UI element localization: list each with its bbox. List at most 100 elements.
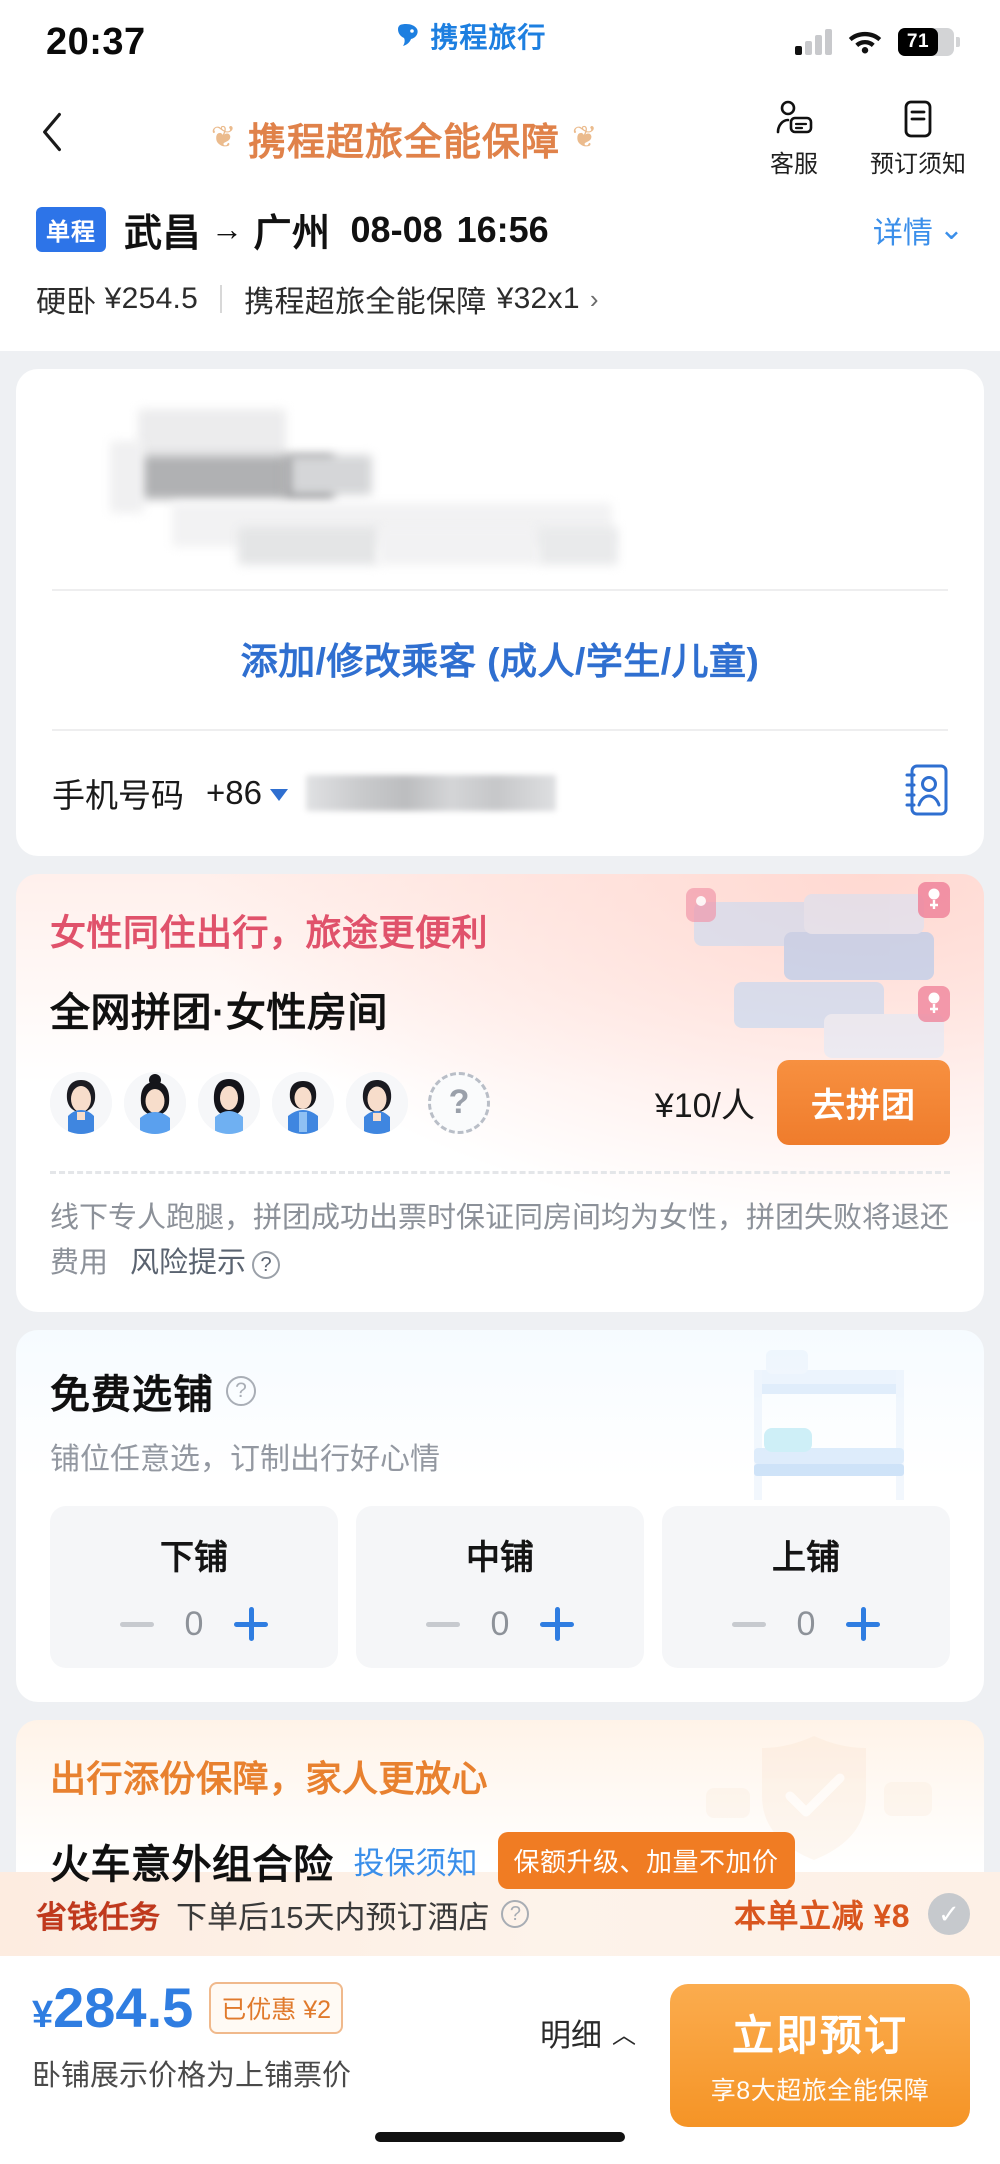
insurance-name: 携程超旅全能保障 — [244, 286, 487, 319]
berth-title: 免费选铺 — [50, 1372, 214, 1417]
contact-book-icon — [905, 764, 948, 816]
status-time: 20:37 — [46, 20, 146, 63]
passenger-name-redacted[interactable] — [52, 399, 948, 579]
question-circle-icon[interactable]: ? — [226, 1375, 256, 1406]
battery-level: 71 — [898, 28, 938, 56]
trip-detail-toggle[interactable]: 详情 ⌄ — [873, 208, 964, 252]
women-room-card: 女性同住出行，旅途更便利 全网拼团·女性房间 ? ¥10/人 去拼团 线下专人跑… — [16, 874, 984, 1312]
trip-route-row: 单程 武昌 → 广州 08-08 16:56 详情 ⌄ — [36, 202, 964, 257]
insurance-card: 出行添份保障，家人更放心 火车意外组合险 投保须知 保额升级、加量不加价 — [16, 1719, 984, 1916]
berth-header: 免费选铺 ? — [50, 1362, 950, 1420]
phone-number-row: 手机号码 +86 — [52, 729, 948, 856]
app-brand-text: 携程旅行 — [430, 22, 547, 53]
decrement-button[interactable] — [426, 1621, 460, 1627]
page-title-text: 携程超旅全能保障 — [247, 121, 560, 164]
arrow-right-icon: → — [211, 211, 244, 247]
quantity-stepper: 0 — [356, 1605, 644, 1644]
quantity-value: 0 — [184, 1604, 204, 1643]
quantity-value: 0 — [796, 1604, 816, 1643]
discount-badge: 已优惠 ¥2 — [209, 1982, 344, 2034]
seat-price: ¥254.5 — [104, 282, 199, 315]
chevron-down-icon: ⌄ — [938, 213, 964, 246]
divider — [50, 1171, 950, 1174]
total-price-row: ¥284.5 已优惠 ¥2 — [32, 1980, 351, 2036]
country-code-select[interactable]: +86 — [206, 774, 288, 812]
trip-fare-row[interactable]: 硬卧 ¥254.5 携程超旅全能保障 ¥32x1 › — [36, 277, 964, 321]
insurance-row: 火车意外组合险 投保须知 保额升级、加量不加价 — [50, 1832, 950, 1890]
price-note: 卧铺展示价格为上铺票价 — [32, 2060, 352, 2092]
trip-time: 16:56 — [456, 208, 549, 250]
battery-icon: 71 — [898, 28, 960, 56]
check-circle-icon[interactable]: ✓ — [928, 1893, 970, 1935]
phone-number-redacted[interactable] — [305, 774, 556, 811]
total-price: ¥284.5 — [32, 1980, 193, 2036]
quantity-stepper: 0 — [50, 1605, 338, 1644]
contact-book-button[interactable] — [904, 763, 948, 822]
country-code-value: +86 — [206, 773, 262, 811]
increment-button[interactable] — [540, 1607, 574, 1642]
app-brand: 携程旅行 — [146, 16, 795, 56]
promo-tag: 省钱任务 — [36, 1899, 160, 1935]
customer-service-label: 客服 — [770, 150, 818, 178]
trip-to: 广州 — [253, 213, 331, 255]
customer-service-icon — [773, 98, 815, 140]
insurance-headline: 出行添份保障，家人更放心 — [50, 1757, 489, 1799]
join-group-button[interactable]: 去拼团 — [777, 1060, 950, 1145]
add-edit-passenger-link[interactable]: 添加/修改乘客 (成人/学生/儿童) — [52, 591, 948, 729]
book-now-subtitle: 享8大超旅全能保障 — [710, 2077, 930, 2105]
women-room-price: ¥10/人 — [654, 1087, 755, 1125]
price-detail-label: 明细 — [540, 2018, 602, 2053]
price-detail-toggle[interactable]: 明细 ︿ — [540, 2010, 636, 2055]
chevron-up-icon: ︿ — [612, 2022, 636, 2049]
seat-class: 硬卧 — [36, 286, 97, 319]
booking-notice-icon — [897, 98, 939, 140]
increment-button[interactable] — [234, 1607, 268, 1642]
phone-label: 手机号码 — [52, 776, 184, 814]
trip-date: 08-08 — [350, 208, 443, 250]
avatar-placeholder[interactable]: ? — [428, 1071, 490, 1134]
insurance-product-name: 火车意外组合险 — [50, 1842, 334, 1887]
avatar — [198, 1071, 260, 1134]
chevron-down-icon — [269, 788, 288, 801]
booking-notice-button[interactable]: 预订须知 — [870, 98, 966, 179]
women-room-note: 线下专人跑腿，拼团成功出票时保证同房间均为女性，拼团失败将退还费用 风险提示? — [50, 1196, 950, 1286]
quantity-stepper: 0 — [662, 1605, 950, 1644]
berth-option-label: 上铺 — [772, 1538, 840, 1577]
chevron-right-icon: › — [589, 283, 599, 314]
nav-actions: 客服 预订须知 — [748, 98, 966, 179]
book-now-button[interactable]: 立即预订 享8大超旅全能保障 — [670, 1984, 970, 2127]
app-screen: 20:37 携程旅行 71 ❦ 携程超旅全能保障 ❦ 客服 预订须知 单程 武昌… — [0, 0, 1000, 2164]
berth-option-label: 下铺 — [160, 1538, 228, 1577]
berth-option-middle: 中铺 0 — [356, 1505, 644, 1668]
women-room-action-row: ? ¥10/人 去拼团 — [50, 1060, 950, 1145]
booking-notice-label: 预订须知 — [870, 150, 966, 178]
question-circle-icon: ? — [252, 1251, 281, 1280]
berth-option-upper: 上铺 0 — [662, 1505, 950, 1668]
promo-discount: 本单立减 ¥8 — [734, 1898, 910, 1934]
trip-summary: 单程 武昌 → 广州 08-08 16:56 详情 ⌄ 硬卧 ¥254.5 携程… — [0, 192, 1000, 351]
trip-route: 武昌 → 广州 — [124, 202, 331, 257]
customer-service-button[interactable]: 客服 — [748, 98, 840, 179]
home-indicator — [375, 2132, 625, 2142]
divider — [220, 285, 223, 313]
avatar — [272, 1071, 334, 1134]
increment-button[interactable] — [846, 1607, 880, 1642]
signal-bars-icon — [795, 29, 832, 55]
berth-selection-card: 免费选铺 ? 铺位任意选，订制出行好心情 下铺 0 中铺 0 上铺 0 — [16, 1329, 984, 1702]
page-title: ❦ 携程超旅全能保障 ❦ — [60, 111, 748, 166]
decrement-button[interactable] — [732, 1621, 766, 1627]
risk-notice-link[interactable]: 风险提示? — [130, 1247, 281, 1280]
berth-subtitle: 铺位任意选，订制出行好心情 — [50, 1442, 440, 1476]
status-indicators: 71 — [795, 26, 960, 59]
insurance-notice-link[interactable]: 投保须知 — [354, 1838, 478, 1883]
nav-bar: ❦ 携程超旅全能保障 ❦ 客服 预订须知 — [0, 84, 1000, 192]
insurance-badge: 保额升级、加量不加价 — [497, 1832, 795, 1890]
quantity-value: 0 — [490, 1604, 510, 1643]
insurance-price: ¥32x1 — [496, 282, 580, 315]
promo-text: 下单后15天内预订酒店 — [176, 1899, 490, 1935]
laurel-left-icon: ❦ — [210, 121, 236, 154]
berth-options: 下铺 0 中铺 0 上铺 0 — [50, 1505, 950, 1668]
question-circle-icon[interactable]: ? — [501, 1900, 530, 1928]
decrement-button[interactable] — [120, 1621, 154, 1627]
currency-symbol: ¥ — [32, 1994, 54, 2036]
